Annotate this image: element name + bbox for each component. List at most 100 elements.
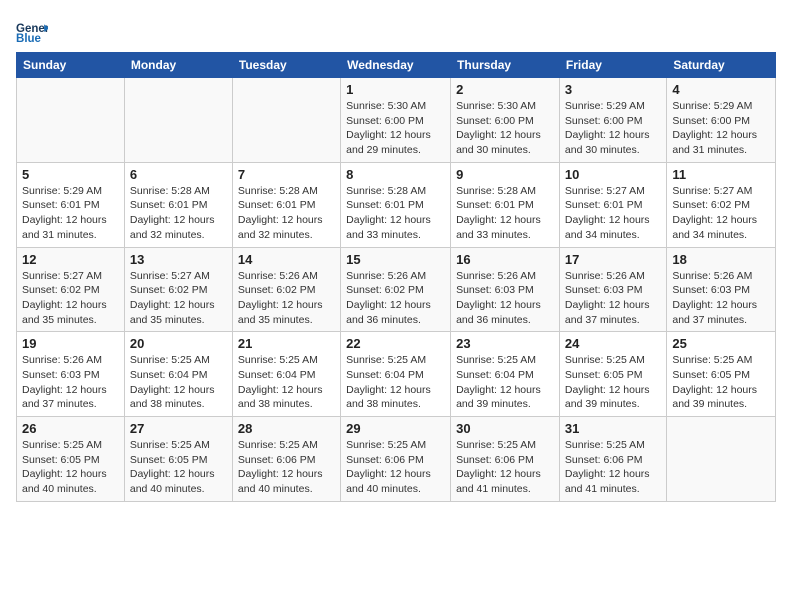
day-info: Sunrise: 5:27 AM Sunset: 6:02 PM Dayligh… <box>22 269 119 328</box>
calendar-table: SundayMondayTuesdayWednesdayThursdayFrid… <box>16 52 776 502</box>
day-number: 18 <box>672 252 770 267</box>
calendar-cell <box>232 78 340 163</box>
day-number: 28 <box>238 421 335 436</box>
header-friday: Friday <box>559 53 666 78</box>
calendar-cell: 19 Sunrise: 5:26 AM Sunset: 6:03 PM Dayli… <box>17 332 125 417</box>
day-info: Sunrise: 5:25 AM Sunset: 6:04 PM Dayligh… <box>130 353 227 412</box>
day-info: Sunrise: 5:30 AM Sunset: 6:00 PM Dayligh… <box>456 99 554 158</box>
day-number: 10 <box>565 167 661 182</box>
week-row-0: 1 Sunrise: 5:30 AM Sunset: 6:00 PM Daylig… <box>17 78 776 163</box>
day-info: Sunrise: 5:28 AM Sunset: 6:01 PM Dayligh… <box>346 184 445 243</box>
day-info: Sunrise: 5:27 AM Sunset: 6:02 PM Dayligh… <box>130 269 227 328</box>
day-info: Sunrise: 5:27 AM Sunset: 6:01 PM Dayligh… <box>565 184 661 243</box>
day-info: Sunrise: 5:28 AM Sunset: 6:01 PM Dayligh… <box>456 184 554 243</box>
day-info: Sunrise: 5:28 AM Sunset: 6:01 PM Dayligh… <box>238 184 335 243</box>
day-info: Sunrise: 5:25 AM Sunset: 6:04 PM Dayligh… <box>456 353 554 412</box>
day-number: 16 <box>456 252 554 267</box>
calendar-cell: 7 Sunrise: 5:28 AM Sunset: 6:01 PM Daylig… <box>232 162 340 247</box>
day-info: Sunrise: 5:25 AM Sunset: 6:04 PM Dayligh… <box>238 353 335 412</box>
day-info: Sunrise: 5:28 AM Sunset: 6:01 PM Dayligh… <box>130 184 227 243</box>
calendar-cell: 13 Sunrise: 5:27 AM Sunset: 6:02 PM Dayli… <box>124 247 232 332</box>
calendar-cell: 1 Sunrise: 5:30 AM Sunset: 6:00 PM Daylig… <box>341 78 451 163</box>
day-info: Sunrise: 5:25 AM Sunset: 6:05 PM Dayligh… <box>22 438 119 497</box>
calendar-cell: 8 Sunrise: 5:28 AM Sunset: 6:01 PM Daylig… <box>341 162 451 247</box>
calendar-cell: 20 Sunrise: 5:25 AM Sunset: 6:04 PM Dayli… <box>124 332 232 417</box>
day-number: 25 <box>672 336 770 351</box>
calendar-cell: 11 Sunrise: 5:27 AM Sunset: 6:02 PM Dayli… <box>667 162 776 247</box>
day-number: 12 <box>22 252 119 267</box>
day-number: 15 <box>346 252 445 267</box>
day-info: Sunrise: 5:29 AM Sunset: 6:00 PM Dayligh… <box>565 99 661 158</box>
calendar-cell: 28 Sunrise: 5:25 AM Sunset: 6:06 PM Dayli… <box>232 417 340 502</box>
day-info: Sunrise: 5:30 AM Sunset: 6:00 PM Dayligh… <box>346 99 445 158</box>
page-header: General Blue <box>16 16 776 48</box>
calendar-cell: 5 Sunrise: 5:29 AM Sunset: 6:01 PM Daylig… <box>17 162 125 247</box>
day-info: Sunrise: 5:29 AM Sunset: 6:01 PM Dayligh… <box>22 184 119 243</box>
day-info: Sunrise: 5:25 AM Sunset: 6:06 PM Dayligh… <box>565 438 661 497</box>
logo: General Blue <box>16 16 48 48</box>
calendar-cell: 17 Sunrise: 5:26 AM Sunset: 6:03 PM Dayli… <box>559 247 666 332</box>
calendar-cell: 10 Sunrise: 5:27 AM Sunset: 6:01 PM Dayli… <box>559 162 666 247</box>
day-number: 20 <box>130 336 227 351</box>
calendar-cell: 3Sunrise: 5:29 AM Sunset: 6:00 PM Daylig… <box>559 78 666 163</box>
day-number: 31 <box>565 421 661 436</box>
calendar-cell: 9 Sunrise: 5:28 AM Sunset: 6:01 PM Daylig… <box>451 162 560 247</box>
day-info: Sunrise: 5:25 AM Sunset: 6:05 PM Dayligh… <box>565 353 661 412</box>
day-number: 17 <box>565 252 661 267</box>
week-row-1: 5 Sunrise: 5:29 AM Sunset: 6:01 PM Daylig… <box>17 162 776 247</box>
day-info: Sunrise: 5:27 AM Sunset: 6:02 PM Dayligh… <box>672 184 770 243</box>
day-info: Sunrise: 5:26 AM Sunset: 6:02 PM Dayligh… <box>346 269 445 328</box>
day-number: 29 <box>346 421 445 436</box>
calendar-cell: 26 Sunrise: 5:25 AM Sunset: 6:05 PM Dayli… <box>17 417 125 502</box>
day-info: Sunrise: 5:25 AM Sunset: 6:05 PM Dayligh… <box>130 438 227 497</box>
day-number: 23 <box>456 336 554 351</box>
calendar-cell: 2 Sunrise: 5:30 AM Sunset: 6:00 PM Daylig… <box>451 78 560 163</box>
day-number: 26 <box>22 421 119 436</box>
week-row-2: 12 Sunrise: 5:27 AM Sunset: 6:02 PM Dayli… <box>17 247 776 332</box>
day-number: 7 <box>238 167 335 182</box>
header-saturday: Saturday <box>667 53 776 78</box>
header-sunday: Sunday <box>17 53 125 78</box>
calendar-cell: 12 Sunrise: 5:27 AM Sunset: 6:02 PM Dayli… <box>17 247 125 332</box>
day-info: Sunrise: 5:25 AM Sunset: 6:06 PM Dayligh… <box>346 438 445 497</box>
header-thursday: Thursday <box>451 53 560 78</box>
day-number: 24 <box>565 336 661 351</box>
day-info: Sunrise: 5:26 AM Sunset: 6:03 PM Dayligh… <box>22 353 119 412</box>
week-row-3: 19 Sunrise: 5:26 AM Sunset: 6:03 PM Dayli… <box>17 332 776 417</box>
day-number: 4 <box>672 82 770 97</box>
header-tuesday: Tuesday <box>232 53 340 78</box>
calendar-cell: 24 Sunrise: 5:25 AM Sunset: 6:05 PM Dayli… <box>559 332 666 417</box>
day-info: Sunrise: 5:26 AM Sunset: 6:02 PM Dayligh… <box>238 269 335 328</box>
calendar-cell: 15 Sunrise: 5:26 AM Sunset: 6:02 PM Dayli… <box>341 247 451 332</box>
day-info: Sunrise: 5:25 AM Sunset: 6:06 PM Dayligh… <box>238 438 335 497</box>
day-info: Sunrise: 5:29 AM Sunset: 6:00 PM Dayligh… <box>672 99 770 158</box>
calendar-cell: 4 Sunrise: 5:29 AM Sunset: 6:00 PM Daylig… <box>667 78 776 163</box>
calendar-cell <box>667 417 776 502</box>
day-number: 5 <box>22 167 119 182</box>
calendar-cell <box>124 78 232 163</box>
day-number: 27 <box>130 421 227 436</box>
calendar-cell: 21 Sunrise: 5:25 AM Sunset: 6:04 PM Dayli… <box>232 332 340 417</box>
calendar-cell: 14Sunrise: 5:26 AM Sunset: 6:02 PM Dayli… <box>232 247 340 332</box>
day-info: Sunrise: 5:26 AM Sunset: 6:03 PM Dayligh… <box>565 269 661 328</box>
day-info: Sunrise: 5:26 AM Sunset: 6:03 PM Dayligh… <box>672 269 770 328</box>
svg-text:Blue: Blue <box>16 33 42 45</box>
day-number: 11 <box>672 167 770 182</box>
day-number: 19 <box>22 336 119 351</box>
day-info: Sunrise: 5:25 AM Sunset: 6:05 PM Dayligh… <box>672 353 770 412</box>
day-number: 1 <box>346 82 445 97</box>
day-number: 21 <box>238 336 335 351</box>
week-row-4: 26 Sunrise: 5:25 AM Sunset: 6:05 PM Dayli… <box>17 417 776 502</box>
day-number: 9 <box>456 167 554 182</box>
calendar-body: 1 Sunrise: 5:30 AM Sunset: 6:00 PM Daylig… <box>17 78 776 502</box>
calendar-cell <box>17 78 125 163</box>
calendar-cell: 16Sunrise: 5:26 AM Sunset: 6:03 PM Dayli… <box>451 247 560 332</box>
day-info: Sunrise: 5:25 AM Sunset: 6:04 PM Dayligh… <box>346 353 445 412</box>
header-monday: Monday <box>124 53 232 78</box>
day-number: 13 <box>130 252 227 267</box>
calendar-cell: 30Sunrise: 5:25 AM Sunset: 6:06 PM Dayli… <box>451 417 560 502</box>
day-number: 8 <box>346 167 445 182</box>
calendar-cell: 6Sunrise: 5:28 AM Sunset: 6:01 PM Daylig… <box>124 162 232 247</box>
day-number: 2 <box>456 82 554 97</box>
calendar-cell: 23 Sunrise: 5:25 AM Sunset: 6:04 PM Dayli… <box>451 332 560 417</box>
